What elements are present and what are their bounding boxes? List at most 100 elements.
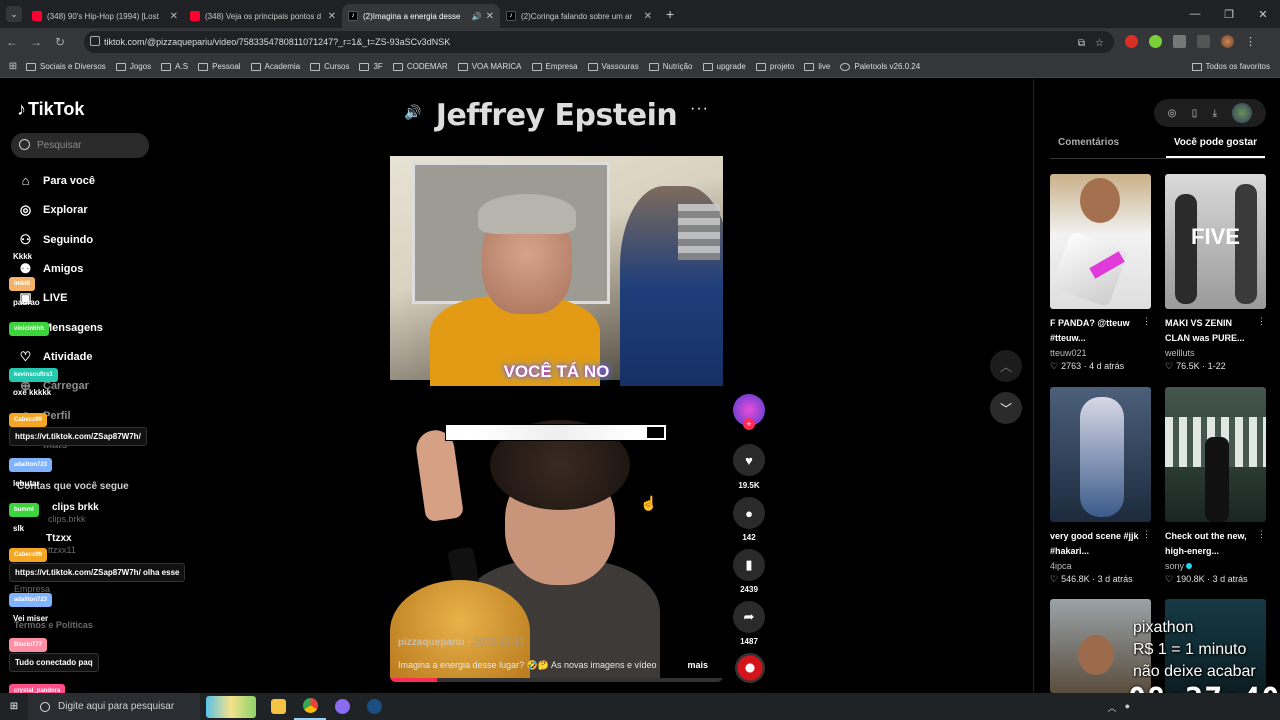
reload-icon[interactable]: ↻ bbox=[48, 35, 72, 49]
card-author[interactable]: sony bbox=[1165, 561, 1266, 571]
bookmark-folder[interactable]: VOA MARICA bbox=[457, 62, 522, 71]
bookmark-folder[interactable]: Pessoal bbox=[198, 62, 241, 71]
recommended-video-card[interactable]: FIVE MAKI VS ZENIN CLAN was PURE... ⋮ we… bbox=[1165, 174, 1266, 372]
tab-you-may-like[interactable]: Você pode gostar bbox=[1165, 137, 1265, 158]
bookmark-link[interactable]: Paletools v26.0.24 bbox=[840, 62, 920, 71]
chat-message-link[interactable]: https://vt.tiktok.com/ZSap87W7h/ olha es… bbox=[9, 563, 186, 582]
tab-audio-icon[interactable]: 🔊 bbox=[472, 12, 482, 21]
forward-icon[interactable]: → bbox=[24, 35, 48, 49]
browser-tab[interactable]: (348) 90's Hip-Hop (1994) [Lost ✕ bbox=[26, 4, 184, 28]
browser-tab-active[interactable]: ♪ (2)Imagina a energia desse 🔊 ✕ bbox=[342, 4, 500, 28]
video-thumbnail[interactable] bbox=[1050, 174, 1151, 309]
video-thumbnail[interactable]: FIVE bbox=[1165, 174, 1266, 309]
bookmark-folder[interactable]: CODEMAR bbox=[392, 62, 448, 71]
extensions-puzzle-icon[interactable] bbox=[1173, 35, 1186, 48]
download-icon[interactable]: ⤓ bbox=[1213, 108, 1217, 119]
bookmark-folder[interactable]: upgrade bbox=[702, 62, 746, 71]
minimize-icon[interactable]: — bbox=[1178, 8, 1212, 20]
bookmark-folder[interactable]: Empresa bbox=[531, 62, 578, 71]
bookmark-folder[interactable]: projeto bbox=[755, 62, 794, 71]
media-controls-icon[interactable] bbox=[1197, 35, 1210, 48]
extension-icon[interactable] bbox=[1149, 35, 1162, 48]
windows-start-icon[interactable]: ⊞ bbox=[0, 701, 28, 712]
bookmark-folder[interactable]: Cursos bbox=[310, 62, 349, 71]
video-author[interactable]: pizzaquepariu · 2025-12-13 bbox=[398, 637, 525, 648]
previous-video-button[interactable]: ︿ bbox=[990, 350, 1022, 382]
bookmark-folder[interactable]: Sociais e Diversos bbox=[26, 62, 106, 71]
bookmark-folder[interactable]: A.S bbox=[161, 62, 188, 71]
card-more-icon[interactable]: ⋮ bbox=[1257, 316, 1266, 327]
cast-icon[interactable]: ⧉ bbox=[1078, 38, 1085, 49]
explore-icon[interactable]: ◎ bbox=[1168, 108, 1177, 119]
video-player[interactable]: 🔊 Jeffrey Epstein ··· VOCÊ TÁ NO pizzaqu… bbox=[390, 90, 723, 682]
bookmark-folder[interactable]: Vassouras bbox=[587, 62, 639, 71]
browser-tab[interactable]: (348) Veja os principais pontos d ✕ bbox=[184, 4, 342, 28]
profile-avatar-icon[interactable] bbox=[1221, 35, 1234, 48]
all-bookmarks[interactable]: Todos os favoritos bbox=[1191, 62, 1270, 71]
extension-icon[interactable] bbox=[1125, 35, 1138, 48]
taskbar-widget-image[interactable] bbox=[206, 695, 256, 718]
card-more-icon[interactable]: ⋮ bbox=[1142, 529, 1151, 540]
follow-plus-icon[interactable]: + bbox=[743, 418, 755, 430]
mobile-icon[interactable]: ▯ bbox=[1192, 108, 1198, 119]
chat-message-link[interactable]: https://vt.tiktok.com/ZSap87W7h/ bbox=[9, 427, 147, 446]
bookmark-folder[interactable]: live bbox=[804, 62, 830, 71]
taskbar-app-steam[interactable] bbox=[358, 693, 390, 720]
like-button[interactable]: ♥ bbox=[733, 444, 765, 476]
card-more-icon[interactable]: ⋮ bbox=[1142, 316, 1151, 327]
card-author[interactable]: wellluts bbox=[1165, 348, 1266, 358]
sidebar-item-following[interactable]: ⚇ Seguindo bbox=[17, 232, 93, 247]
apps-grid-icon[interactable]: ⊞ bbox=[0, 61, 26, 72]
taskbar-app-chrome[interactable] bbox=[294, 693, 326, 720]
user-avatar[interactable] bbox=[1232, 103, 1253, 123]
url-input[interactable]: tiktok.com/@pizzaquepariu/video/75833547… bbox=[84, 31, 1114, 53]
site-info-icon[interactable] bbox=[90, 36, 100, 46]
bookmark-star-icon[interactable]: ☆ bbox=[1095, 38, 1104, 49]
save-button[interactable]: ▮ bbox=[733, 549, 765, 581]
close-tab-icon[interactable]: ✕ bbox=[328, 11, 336, 22]
sidebar-item-activity[interactable]: ♡ Atividade bbox=[17, 349, 93, 364]
video-thumbnail[interactable] bbox=[1050, 387, 1151, 522]
recommended-video-card[interactable]: F PANDA? @tteuw #tteuw... ⋮ tteuw021 ♡ 27… bbox=[1050, 174, 1151, 372]
comment-button[interactable]: ● bbox=[733, 497, 765, 529]
next-video-button[interactable]: ﹀ bbox=[990, 392, 1022, 424]
following-account-name[interactable]: clips brkk bbox=[52, 502, 99, 513]
card-more-icon[interactable]: ⋮ bbox=[1257, 529, 1266, 540]
tab-comments[interactable]: Comentários bbox=[1050, 137, 1127, 158]
close-tab-icon[interactable]: ✕ bbox=[486, 11, 494, 22]
search-input[interactable]: Pesquisar bbox=[11, 133, 149, 158]
bookmark-folder[interactable]: Nutrição bbox=[648, 62, 693, 71]
creator-avatar[interactable]: + bbox=[733, 394, 765, 430]
browser-menu-icon[interactable]: ⋮ bbox=[1245, 35, 1256, 48]
taskbar-search-input[interactable]: Digite aqui para pesquisar bbox=[28, 693, 200, 720]
new-tab-icon[interactable]: + bbox=[666, 6, 674, 22]
taskbar-app-file-explorer[interactable] bbox=[262, 693, 294, 720]
card-author[interactable]: tteuw021 bbox=[1050, 348, 1151, 358]
share-button[interactable]: ➦ bbox=[733, 601, 765, 633]
sidebar-item-friends[interactable]: ⚉ Amigos bbox=[17, 261, 84, 276]
sidebar-item-for-you[interactable]: ⌂ Para você bbox=[17, 173, 95, 188]
back-icon[interactable]: ← bbox=[0, 35, 24, 49]
video-progress-bar[interactable] bbox=[390, 678, 723, 682]
tray-chevron-icon[interactable]: ︿ bbox=[1108, 701, 1117, 714]
tray-app-icon[interactable]: ● bbox=[1125, 701, 1130, 714]
tab-search-icon[interactable]: ⌄ bbox=[6, 6, 22, 22]
bookmark-folder[interactable]: 3F bbox=[359, 62, 383, 71]
following-account-name[interactable]: Ttzxx bbox=[46, 533, 72, 544]
card-author[interactable]: 4ipca bbox=[1050, 561, 1151, 571]
tiktok-logo[interactable]: ♪ TikTok bbox=[17, 99, 84, 120]
recommended-video-card[interactable]: very good scene #jjk #hakari... ⋮ 4ipca … bbox=[1050, 387, 1151, 585]
music-disc-icon[interactable] bbox=[735, 653, 765, 683]
taskbar-app-discord[interactable] bbox=[326, 693, 358, 720]
more-options-icon[interactable]: ··· bbox=[690, 100, 709, 118]
video-thumbnail[interactable] bbox=[1165, 387, 1266, 522]
more-description-button[interactable]: mais bbox=[683, 660, 708, 670]
bookmark-folder[interactable]: Academia bbox=[250, 62, 300, 71]
recommended-video-card[interactable]: Check out the new, high-energ... ⋮ sony … bbox=[1165, 387, 1266, 585]
bookmark-folder[interactable]: Jogos bbox=[115, 62, 151, 71]
restore-icon[interactable]: ❐ bbox=[1212, 8, 1246, 21]
close-window-icon[interactable]: ✕ bbox=[1246, 8, 1280, 21]
close-tab-icon[interactable]: ✕ bbox=[170, 11, 178, 22]
sidebar-item-explore[interactable]: ◎ Explorar bbox=[17, 202, 88, 217]
close-tab-icon[interactable]: ✕ bbox=[644, 11, 652, 22]
